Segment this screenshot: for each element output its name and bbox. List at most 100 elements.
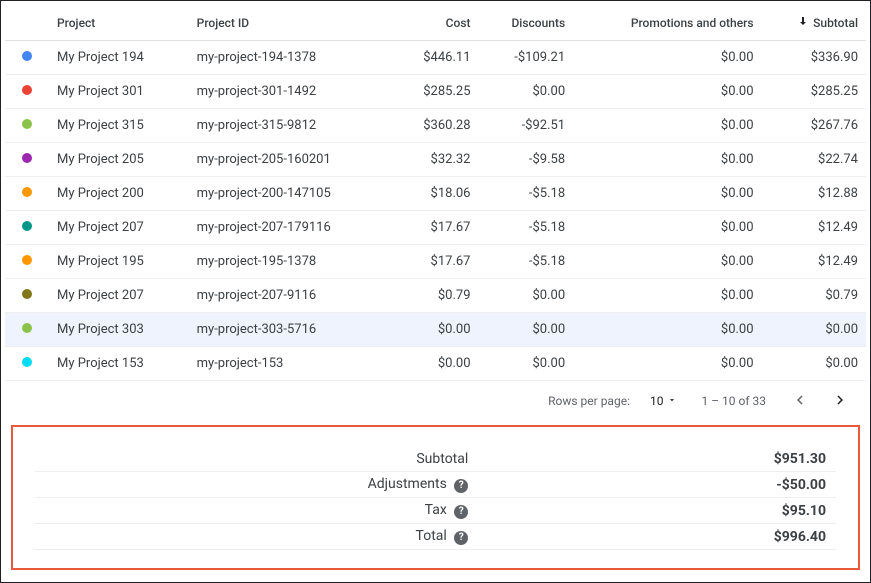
cell-project: My Project 205 bbox=[49, 143, 189, 177]
cell-cost: $17.67 bbox=[393, 211, 479, 245]
cell-promotions: $0.00 bbox=[573, 41, 761, 75]
cell-cost: $17.67 bbox=[393, 245, 479, 279]
table-pagination: Rows per page: 10 1 – 10 of 33 bbox=[5, 381, 866, 419]
table-row[interactable]: My Project 303my-project-303-5716 $0.00 $0… bbox=[5, 313, 866, 347]
cell-project: My Project 153 bbox=[49, 347, 189, 381]
header-discounts[interactable]: Discounts bbox=[479, 5, 574, 41]
table-row[interactable]: My Project 301my-project-301-1492$285.25… bbox=[5, 75, 866, 109]
summary-tax-value: $95.10 bbox=[478, 498, 836, 524]
summary-subtotal-value: $951.30 bbox=[478, 447, 836, 472]
project-color-dot bbox=[22, 187, 32, 197]
table-row[interactable]: My Project 200my-project-200-147105$18.0… bbox=[5, 177, 866, 211]
summary-row-tax: Tax ? $95.10 bbox=[35, 498, 836, 524]
cell-discounts: -$5.18 bbox=[479, 245, 574, 279]
dropdown-triangle-icon bbox=[667, 394, 677, 408]
cell-promotions: $0.00 bbox=[573, 347, 761, 381]
cell-subtotal: $12.49 bbox=[762, 245, 866, 279]
project-color-dot bbox=[22, 85, 32, 95]
cell-project-id: my-project-200-147105 bbox=[189, 177, 393, 211]
cell-project-id: my-project-303-5716 bbox=[189, 313, 393, 347]
cell-cost: $285.25 bbox=[393, 75, 479, 109]
table-row[interactable]: My Project 315my-project-315-9812$360.28… bbox=[5, 109, 866, 143]
cell-discounts: $0.00 bbox=[479, 347, 574, 381]
header-project[interactable]: Project bbox=[49, 5, 189, 41]
cell-project: My Project 200 bbox=[49, 177, 189, 211]
cell-discounts: $0.00 bbox=[479, 75, 574, 109]
header-subtotal[interactable]: Subtotal bbox=[762, 5, 866, 41]
summary-subtotal-label: Subtotal bbox=[416, 451, 468, 467]
rows-per-page-select[interactable]: 10 bbox=[650, 394, 678, 408]
page-range: 1 – 10 of 33 bbox=[701, 394, 766, 408]
table-row[interactable]: My Project 207my-project-207-9116$0.79$0… bbox=[5, 279, 866, 313]
cell-promotions: $0.00 bbox=[573, 109, 761, 143]
cell-discounts: -$5.18 bbox=[479, 211, 574, 245]
cell-discounts: $0.00 bbox=[479, 279, 574, 313]
rows-per-page-label: Rows per page: bbox=[548, 394, 630, 408]
cell-discounts: -$109.21 bbox=[479, 41, 574, 75]
help-icon[interactable]: ? bbox=[454, 505, 468, 519]
summary-tax-label: Tax bbox=[425, 502, 447, 518]
cell-subtotal: $0.00 bbox=[762, 313, 866, 347]
chevron-left-icon bbox=[791, 391, 809, 412]
cell-project: My Project 195 bbox=[49, 245, 189, 279]
cell-project-id: my-project-315-9812 bbox=[189, 109, 393, 143]
sort-desc-arrow-icon bbox=[797, 15, 809, 30]
cell-subtotal: $0.00 bbox=[762, 347, 866, 381]
cell-cost: $32.32 bbox=[393, 143, 479, 177]
help-icon[interactable]: ? bbox=[454, 531, 468, 545]
project-color-dot bbox=[22, 153, 32, 163]
project-color-dot bbox=[22, 323, 32, 333]
cell-promotions: $0.00 bbox=[573, 211, 761, 245]
cell-subtotal: $12.88 bbox=[762, 177, 866, 211]
cell-project: My Project 303 bbox=[49, 313, 189, 347]
rows-per-page-value: 10 bbox=[650, 394, 664, 408]
help-icon[interactable]: ? bbox=[454, 479, 468, 493]
cell-project: My Project 194 bbox=[49, 41, 189, 75]
project-color-dot bbox=[22, 119, 32, 129]
table-header-row: Project Project ID Cost Discounts Promot… bbox=[5, 5, 866, 41]
cell-project-id: my-project-205-160201 bbox=[189, 143, 393, 177]
cell-discounts: -$5.18 bbox=[479, 177, 574, 211]
cell-project-id: my-project-207-9116 bbox=[189, 279, 393, 313]
cell-subtotal: $22.74 bbox=[762, 143, 866, 177]
projects-cost-table: Project Project ID Cost Discounts Promot… bbox=[5, 5, 866, 381]
prev-page-button[interactable] bbox=[790, 391, 810, 411]
header-subtotal-label: Subtotal bbox=[813, 16, 858, 30]
chevron-right-icon bbox=[831, 391, 849, 412]
table-row[interactable]: My Project 194my-project-194-1378$446.11… bbox=[5, 41, 866, 75]
cell-discounts: -$9.58 bbox=[479, 143, 574, 177]
cell-project-id: my-project-301-1492 bbox=[189, 75, 393, 109]
summary-adjustments-value: -$50.00 bbox=[478, 472, 836, 498]
table-row[interactable]: My Project 195my-project-195-1378$17.67-… bbox=[5, 245, 866, 279]
header-project-id[interactable]: Project ID bbox=[189, 5, 393, 41]
table-row[interactable]: My Project 207my-project-207-179116$17.6… bbox=[5, 211, 866, 245]
cell-cost: $360.28 bbox=[393, 109, 479, 143]
cell-promotions: $0.00 bbox=[573, 245, 761, 279]
cell-project: My Project 301 bbox=[49, 75, 189, 109]
cell-promotions: $0.00 bbox=[573, 177, 761, 211]
cell-subtotal: $267.76 bbox=[762, 109, 866, 143]
cell-promotions: $0.00 bbox=[573, 75, 761, 109]
totals-summary-table: Subtotal $951.30 Adjustments ? -$50.00 T… bbox=[35, 447, 836, 550]
cell-cost: $0.00 bbox=[393, 347, 479, 381]
project-color-dot bbox=[22, 255, 32, 265]
cell-project: My Project 315 bbox=[49, 109, 189, 143]
cell-project: My Project 207 bbox=[49, 211, 189, 245]
cell-project-id: my-project-207-179116 bbox=[189, 211, 393, 245]
cell-promotions: $0.00 bbox=[573, 143, 761, 177]
billing-report-panel: Project Project ID Cost Discounts Promot… bbox=[0, 0, 871, 583]
cell-discounts: -$92.51 bbox=[479, 109, 574, 143]
table-row[interactable]: My Project 153my-project-153$0.00$0.00$0… bbox=[5, 347, 866, 381]
project-color-dot bbox=[22, 51, 32, 61]
header-promotions[interactable]: Promotions and others bbox=[573, 5, 761, 41]
table-row[interactable]: My Project 205my-project-205-160201$32.3… bbox=[5, 143, 866, 177]
cell-cost: $18.06 bbox=[393, 177, 479, 211]
cell-promotions: $0.00 bbox=[573, 279, 761, 313]
cell-subtotal: $285.25 bbox=[762, 75, 866, 109]
totals-summary-box: Subtotal $951.30 Adjustments ? -$50.00 T… bbox=[11, 425, 860, 570]
cell-project-id: my-project-195-1378 bbox=[189, 245, 393, 279]
cell-discounts: $0.00 bbox=[479, 313, 574, 347]
header-cost[interactable]: Cost bbox=[393, 5, 479, 41]
summary-row-adjustments: Adjustments ? -$50.00 bbox=[35, 472, 836, 498]
next-page-button[interactable] bbox=[830, 391, 850, 411]
